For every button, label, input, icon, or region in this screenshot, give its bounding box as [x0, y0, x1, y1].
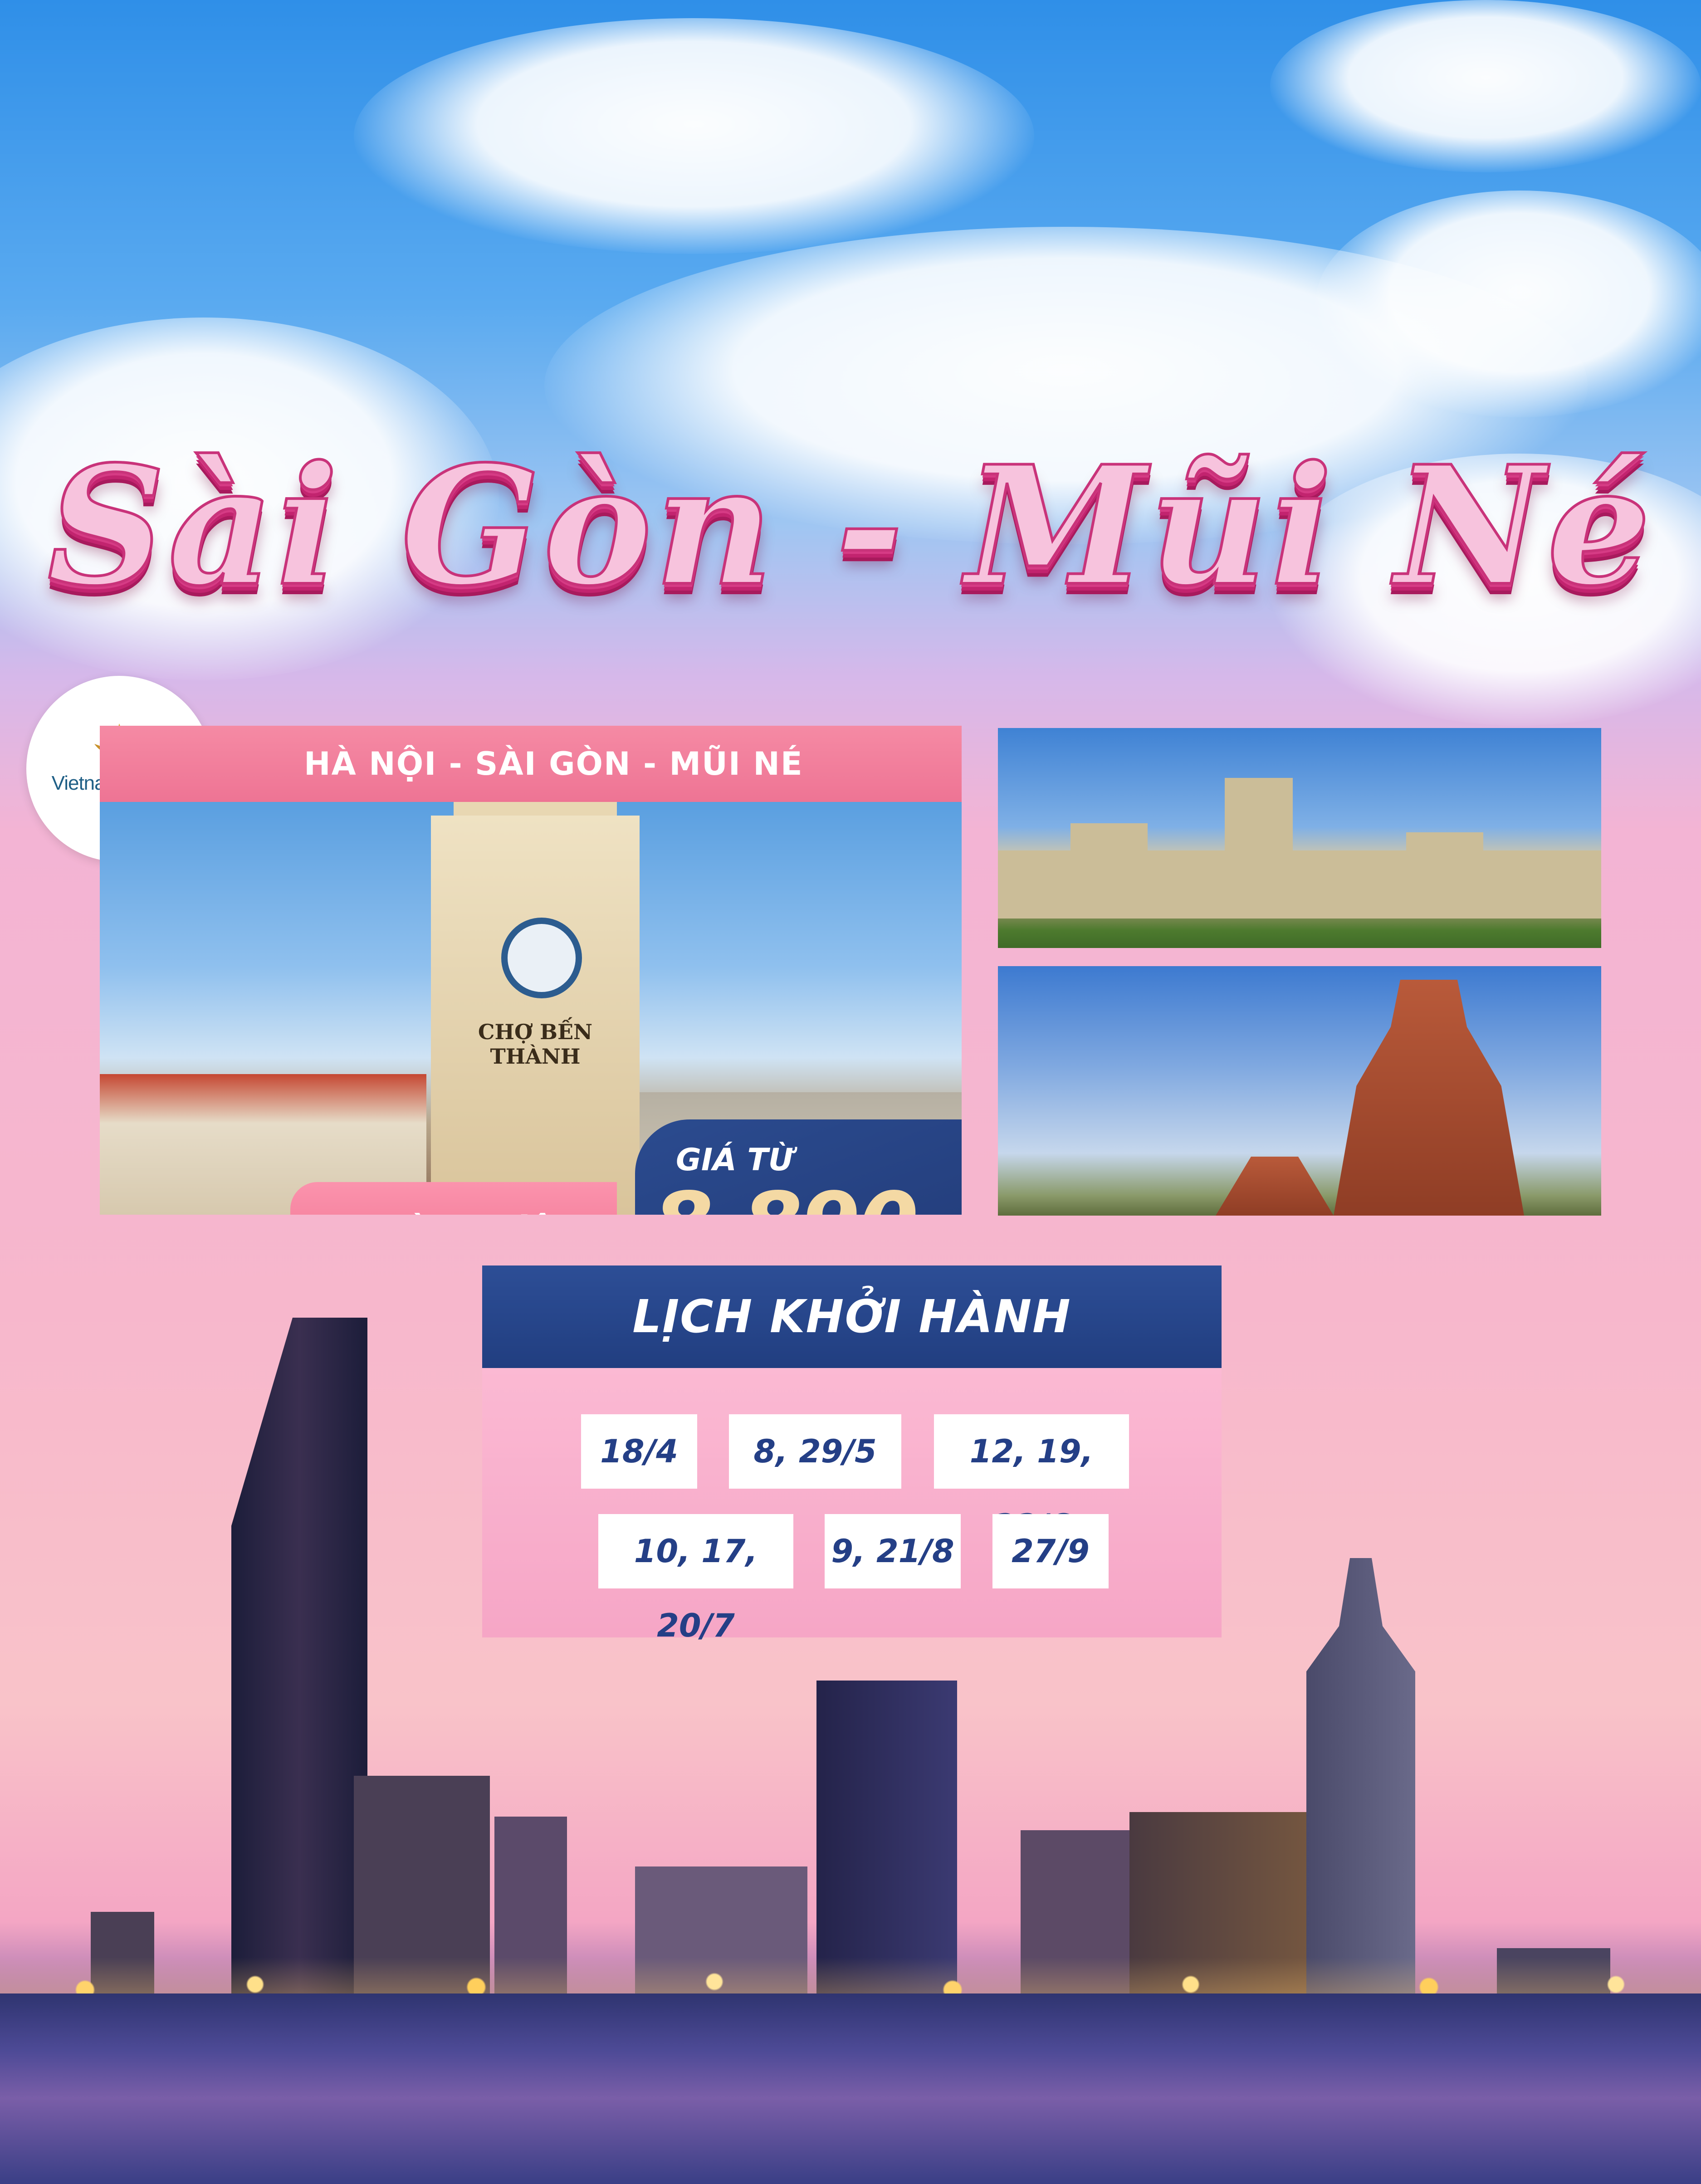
- schedule-heading: LỊCH KHỞI HÀNH: [482, 1265, 1222, 1368]
- date-item: 8, 29/5: [729, 1414, 901, 1489]
- castle-photo: [998, 728, 1601, 948]
- cham-tower: [1334, 980, 1524, 1216]
- date-item: 12, 19, 22/6: [934, 1414, 1129, 1544]
- cloud: [1270, 0, 1701, 172]
- cham-tower-small: [1216, 1157, 1334, 1216]
- date-item: 10, 17, 20/7: [598, 1514, 793, 1644]
- cloud: [354, 18, 1034, 254]
- schedule-dates: 18/4 8, 29/5 12, 19, 22/6 10, 17, 20/7 9…: [482, 1368, 1222, 1644]
- market-sign: CHỢ BẾN THÀNH: [478, 1020, 593, 1069]
- price-value: 8.890: [653, 1174, 919, 1215]
- tour-poster: Sài Gòn - Mũi Né Vietnam Airlines HÀ NỘI…: [0, 0, 1701, 2184]
- cham-tower-photo: [998, 966, 1601, 1216]
- bitexco-tower: [231, 1318, 367, 2012]
- vietcombank-tower: [1306, 1558, 1415, 2012]
- castle-tower: [1070, 823, 1148, 919]
- tour-card: HÀ NỘI - SÀI GÒN - MŨI NÉ CHỢ BẾN THÀNH …: [100, 726, 962, 1215]
- route-label: HÀ NỘI - SÀI GÒN - MŨI NÉ: [100, 726, 962, 802]
- date-item: 27/9: [992, 1514, 1109, 1588]
- price-unit: K: [907, 1208, 941, 1215]
- price-badge: GIÁ TỪ 8.890 K: [635, 1119, 962, 1215]
- date-item: 18/4: [581, 1414, 697, 1489]
- castle-tower: [1225, 778, 1293, 919]
- castle-tower: [1406, 832, 1483, 919]
- schedule-panel: LỊCH KHỞI HÀNH 18/4 8, 29/5 12, 19, 22/6…: [482, 1265, 1222, 1644]
- city-skyline: [0, 1318, 1701, 2184]
- ben-thanh-market-photo: CHỢ BẾN THÀNH 4 ngày 3 đêm GIÁ TỪ 8.890 …: [100, 802, 962, 1215]
- clock-tower: [431, 816, 640, 1215]
- duration-badge: 4 ngày 3 đêm: [290, 1182, 617, 1215]
- river: [0, 1993, 1701, 2184]
- poster-title: Sài Gòn - Mũi Né: [46, 429, 1654, 623]
- price-label: GIÁ TỪ: [676, 1142, 794, 1178]
- date-item: 9, 21/8: [825, 1514, 961, 1588]
- clock-icon: [501, 918, 582, 998]
